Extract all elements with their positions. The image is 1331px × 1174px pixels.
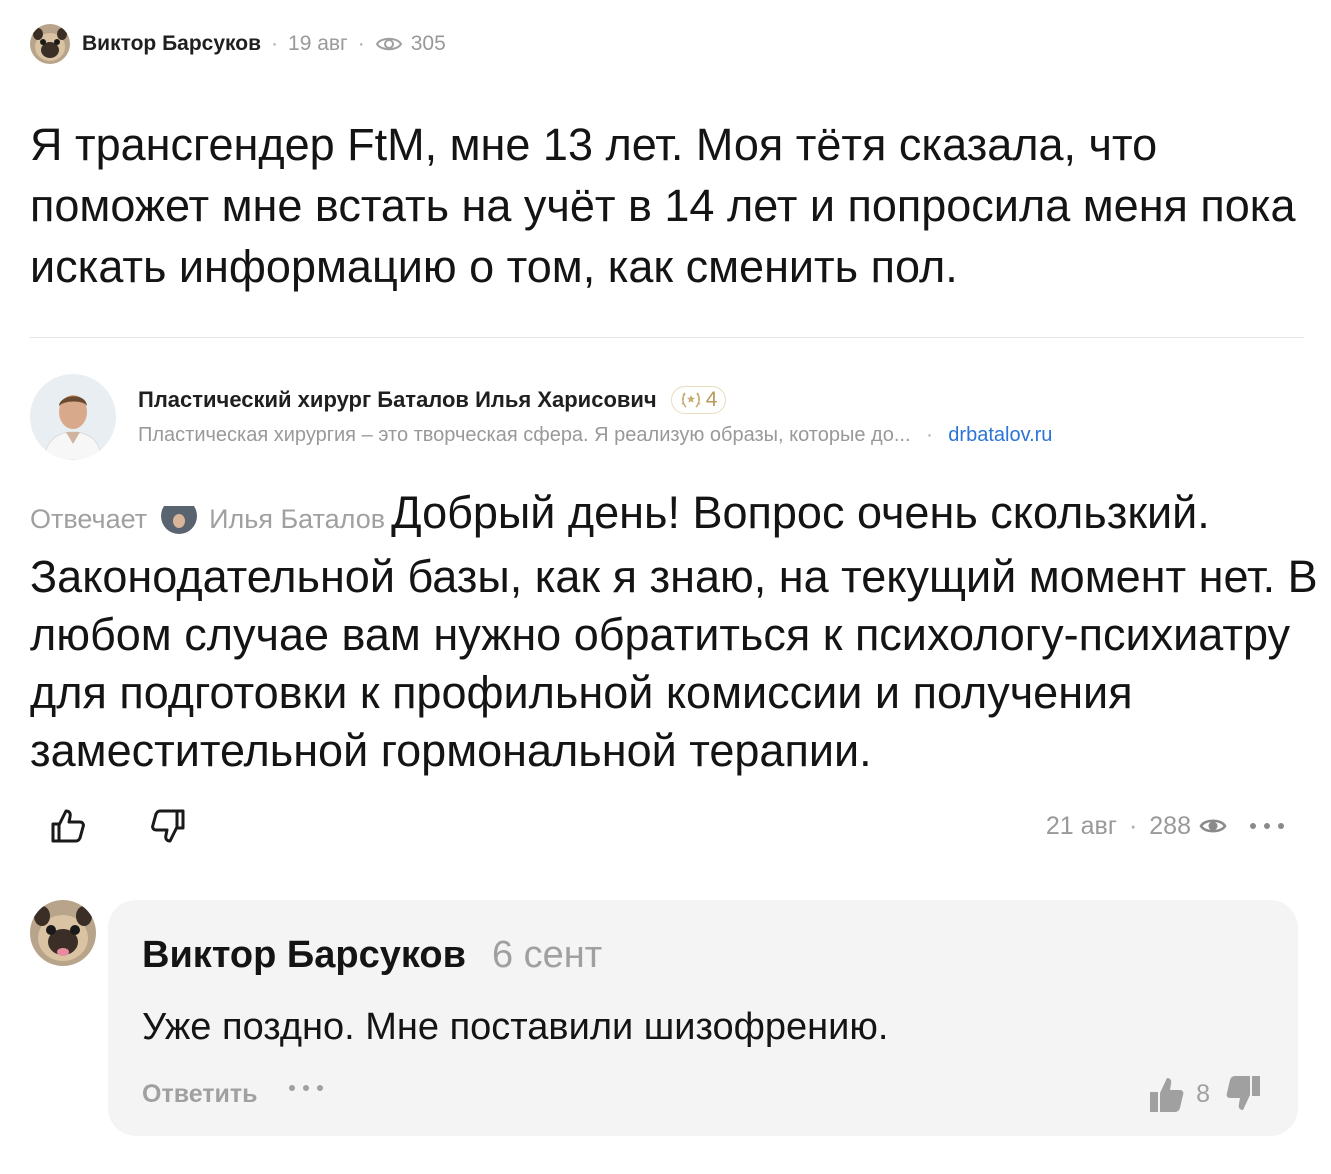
question-views: 305 — [410, 32, 446, 55]
dislike-button[interactable] — [146, 804, 190, 848]
responder-name[interactable]: Илья Баталов — [209, 504, 385, 534]
expert-badge[interactable]: 4 — [670, 386, 727, 414]
answer-views: 288 — [1149, 811, 1191, 840]
comment-author-name[interactable]: Виктор Барсуков — [142, 934, 466, 977]
comment-author-avatar[interactable] — [30, 900, 96, 966]
expert-description: Пластическая хирургия – это творческая с… — [138, 424, 911, 446]
comment-header: Виктор Барсуков 6 сент — [142, 934, 602, 977]
expert-name[interactable]: Пластический хирург Баталов Илья Харисов… — [138, 387, 657, 413]
comment-dislike-button[interactable] — [1224, 1074, 1262, 1114]
answer-intro: Отвечает — [30, 504, 148, 534]
question-text: Я трансгендер FtM, мне 13 лет. Моя тётя … — [30, 119, 1296, 292]
thumbs-down-icon — [151, 809, 185, 843]
answer-date: 21 авг — [1045, 811, 1117, 840]
expert-card: Пластический хирург Баталов Илья Харисов… — [30, 374, 1052, 460]
meta-separator: · — [271, 32, 279, 55]
responder-avatar[interactable] — [161, 498, 198, 534]
meta-separator: · — [357, 32, 365, 55]
meta-separator: · — [1128, 811, 1138, 840]
answer-body: Отвечает Илья Баталов Добрый день! Вопрос … — [30, 484, 1320, 780]
thumbs-up-icon — [1150, 1078, 1184, 1112]
eye-icon — [375, 34, 403, 54]
comment-bubble: Виктор Барсуков 6 сент Уже поздно. Мне п… — [108, 900, 1298, 1136]
question-date: 19 авг — [288, 32, 348, 55]
question-meta: Виктор Барсуков · 19 авг · 305 — [30, 24, 446, 64]
comment-more-button[interactable] — [288, 1084, 324, 1092]
thumbs-down-icon — [1226, 1076, 1260, 1110]
like-button[interactable] — [46, 804, 90, 848]
comment-like-count: 8 — [1196, 1079, 1210, 1108]
comment-like-button[interactable] — [1148, 1074, 1186, 1114]
expert-site-link[interactable]: drbatalov.ru — [948, 424, 1052, 446]
reply-button[interactable]: Ответить — [142, 1080, 258, 1109]
expert-info: Пластический хирург Баталов Илья Харисов… — [138, 374, 1052, 447]
divider — [30, 337, 1304, 338]
comment-date: 6 сент — [491, 934, 603, 976]
expert-avatar[interactable] — [30, 374, 116, 460]
eye-icon — [1199, 816, 1227, 836]
answer-more-button[interactable] — [1249, 822, 1285, 830]
question-author-avatar[interactable] — [30, 24, 70, 64]
comment-text: Уже поздно. Мне поставили шизофрению. — [142, 1006, 889, 1048]
thumbs-up-icon — [51, 809, 85, 843]
meta-separator: · — [926, 424, 933, 446]
more-dots-icon — [289, 1085, 323, 1091]
answer-meta: 21 авг · 288 — [1046, 806, 1285, 846]
expert-description-row: Пластическая хирургия – это творческая с… — [138, 424, 1052, 447]
answer-actions — [46, 804, 190, 848]
expert-badge-count: 4 — [705, 388, 718, 411]
comment-votes: 8 — [1148, 1074, 1262, 1114]
laurel-icon — [681, 392, 701, 408]
more-dots-icon — [1250, 823, 1284, 829]
question-author-name[interactable]: Виктор Барсуков — [82, 32, 261, 56]
expert-name-row: Пластический хирург Баталов Илья Харисов… — [138, 384, 1052, 416]
